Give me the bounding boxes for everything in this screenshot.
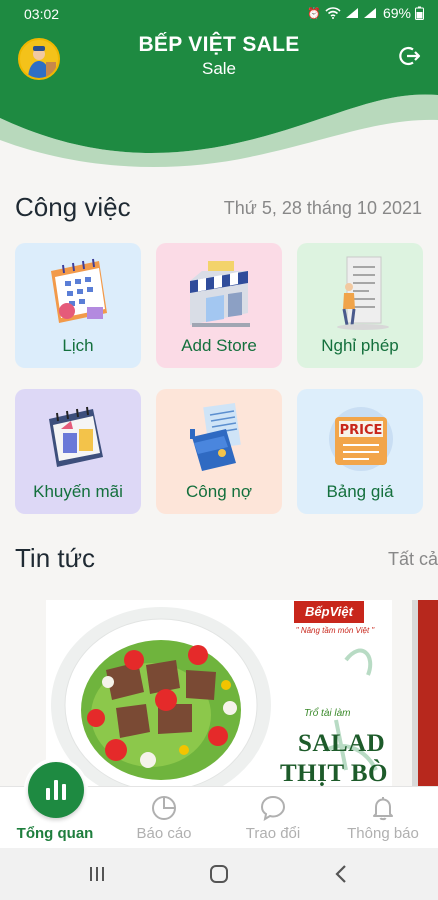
bell-icon	[373, 797, 393, 821]
nav-item-chat[interactable]: Trao đổi	[218, 787, 328, 849]
signal-icon-2	[363, 8, 376, 18]
news-brand-badge: BếpViệt	[294, 601, 364, 623]
app-subtitle: Sale	[201, 59, 237, 78]
battery-percent: 69%	[382, 5, 411, 21]
nav-reports-label: Báo cáo	[136, 825, 192, 842]
signal-icon	[345, 8, 358, 18]
tile-calendar-label: Lịch	[62, 336, 94, 355]
status-bar: 03:02 ⏰ 69%	[0, 0, 438, 28]
status-time: 03:02	[24, 6, 60, 22]
wallet-icon	[190, 402, 241, 471]
logout-icon[interactable]	[398, 44, 422, 68]
gift-calendar-icon	[49, 406, 103, 467]
bar-chart-icon	[46, 780, 66, 800]
news-card[interactable]: BếpViệt " Nâng tầm món Việt " Trổ tài là…	[46, 600, 392, 786]
news-headline-line2: THỊT BÒ	[280, 760, 388, 786]
tile-debt-label: Công nợ	[186, 482, 252, 501]
tile-leave[interactable]: Nghỉ phép	[297, 243, 423, 368]
work-section-title: Công việc	[15, 192, 131, 222]
news-brand-slogan: " Nâng tầm món Việt "	[295, 626, 375, 635]
tile-debt[interactable]: Công nợ	[156, 389, 282, 514]
nav-item-notifications[interactable]: Thông báo	[328, 787, 438, 849]
app-title: BẾP VIỆT SALE	[138, 33, 300, 56]
tile-promotion[interactable]: Khuyến mãi	[15, 389, 141, 514]
tile-add-store-label: Add Store	[181, 336, 257, 355]
store-icon	[190, 261, 250, 327]
chat-bubble-icon	[260, 795, 286, 821]
news-card-next[interactable]	[412, 600, 438, 786]
next-news-image	[412, 600, 438, 786]
tile-price-list[interactable]: PRICE Bảng giá	[297, 389, 423, 514]
price-tag-icon: PRICE	[329, 407, 393, 471]
alarm-icon: ⏰	[307, 7, 321, 20]
recent-apps-icon[interactable]	[85, 862, 109, 886]
news-see-all-link[interactable]: Tất cả	[388, 549, 438, 570]
back-icon[interactable]	[330, 862, 354, 886]
nav-notifications-label: Thông báo	[347, 825, 419, 842]
pie-chart-icon	[152, 796, 176, 820]
tile-price-list-label: Bảng giá	[326, 482, 394, 501]
tile-leave-label: Nghỉ phép	[321, 336, 399, 355]
news-headline-line1: SALAD	[298, 730, 386, 757]
nav-item-reports[interactable]: Báo cáo	[109, 787, 219, 849]
news-section-title: Tin tức	[15, 543, 96, 573]
news-tag: Trổ tài làm	[304, 708, 351, 719]
tile-calendar[interactable]: Lịch	[15, 243, 141, 368]
nav-overview-label: Tổng quan	[16, 825, 94, 842]
svg-text:PRICE: PRICE	[340, 423, 383, 438]
tile-promotion-label: Khuyến mãi	[33, 482, 123, 501]
app-header: 03:02 ⏰ 69% BẾP VIỆT SALE Sale	[0, 0, 438, 175]
home-icon[interactable]	[207, 862, 231, 886]
tile-add-store[interactable]: Add Store	[156, 243, 282, 368]
system-navigation-bar	[0, 848, 438, 900]
nav-chat-label: Trao đổi	[245, 825, 301, 842]
battery-icon	[415, 6, 424, 20]
leave-form-icon	[337, 256, 389, 330]
current-date: Thứ 5, 28 tháng 10 2021	[223, 198, 422, 218]
overview-fab-button[interactable]	[28, 762, 84, 818]
wifi-icon	[325, 7, 341, 19]
calendar-icon	[51, 258, 107, 323]
